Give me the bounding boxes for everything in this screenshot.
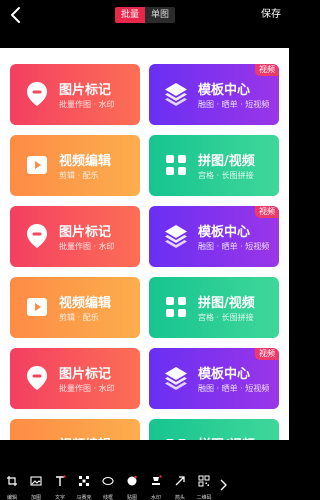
card-row: 图片标记批量作图 · 水印 模板中心融图 · 晒单 · 短视频 视频	[10, 64, 279, 125]
sticker-icon	[126, 472, 138, 491]
save-button[interactable]: 保存	[261, 7, 281, 23]
card-title: 视频编辑	[59, 296, 112, 311]
collage-video-card[interactable]: 拼图/视频宫格 · 长图拼接	[149, 135, 279, 196]
card-title: 拼图/视频	[198, 154, 255, 169]
tool-sticker[interactable]: 贴图	[120, 470, 144, 500]
video-play-icon	[23, 293, 51, 321]
video-badge: 视频	[255, 206, 279, 218]
card-subtitle: 融图 · 晒单 · 短视频	[198, 384, 270, 393]
chevron-right-icon[interactable]	[216, 470, 229, 500]
crop-icon	[6, 472, 18, 491]
tool-label: 马赛克	[76, 495, 92, 500]
tool-ellipse-frame[interactable]: 线框	[96, 470, 120, 500]
collage-video-card[interactable]: 拼图/视频宫格 · 长图拼接	[149, 419, 279, 440]
image-mark-card[interactable]: 图片标记批量作图 · 水印	[10, 206, 140, 267]
qrcode-icon	[198, 472, 210, 491]
layers-icon	[162, 80, 190, 108]
video-play-icon	[23, 151, 51, 179]
feature-panel: 图片标记 批量作图 · 水印 模板中心 融图 · 晒单 · 短视频 视频 视频编辑 剪辑 ·…	[0, 48, 289, 440]
card-title: 模板中心	[198, 83, 251, 98]
card-subtitle: 宫格 · 长图拼接	[198, 171, 254, 180]
grid-icon	[162, 151, 190, 179]
tool-label: 编辑	[6, 495, 17, 500]
card-subtitle: 融图 · 晒单 · 短视频	[198, 100, 270, 109]
tool-label: 线框	[102, 495, 113, 500]
card-subtitle: 宫格 · 长图拼接	[198, 313, 254, 322]
card-title: 图片标记	[59, 225, 112, 240]
add-image-icon	[30, 472, 42, 491]
card-subtitle: 批量作图 · 水印	[59, 100, 115, 109]
card-row: 视频编辑剪辑 · 配乐拼图/视频宫格 · 长图拼接	[10, 135, 279, 196]
tool-watermark[interactable]: 水印	[144, 470, 168, 500]
tool-text[interactable]: 文字	[48, 470, 72, 500]
location-pin-icon	[23, 222, 51, 250]
card-row: 图片标记批量作图 · 水印 模板中心融图 · 晒单 · 短视频 视频	[10, 206, 279, 267]
video-edit-card[interactable]: 视频编辑剪辑 · 配乐	[10, 419, 140, 440]
tool-crop[interactable]: 编辑	[0, 470, 24, 500]
layers-icon	[162, 222, 190, 250]
video-play-icon	[23, 435, 51, 440]
card-subtitle: 批量作图 · 水印	[59, 242, 115, 251]
mode-switch: 批量 单图	[115, 7, 176, 23]
card-title: 拼图/视频	[198, 434, 255, 440]
image-mark-card[interactable]: 图片标记批量作图 · 水印	[10, 64, 140, 125]
tool-label: 加图	[30, 495, 41, 500]
tool-qrcode[interactable]: 二维码	[192, 470, 216, 500]
tool-arrow[interactable]: 箭头	[168, 470, 192, 500]
back-icon[interactable]	[6, 5, 26, 25]
card-title: 模板中心	[198, 225, 251, 240]
text-icon	[54, 472, 66, 491]
location-pin-icon	[23, 364, 51, 392]
card-subtitle: 批量作图 · 水印	[59, 384, 115, 393]
card-title: 拼图/视频	[198, 296, 255, 311]
card-title: 图片标记	[59, 367, 112, 382]
video-edit-card[interactable]: 视频编辑剪辑 · 配乐	[10, 277, 140, 338]
bottom-toolbar: 编辑 加图 文字 马赛克 线框 贴图 水印 箭头 二维码	[0, 470, 289, 500]
video-edit-card[interactable]: 视频编辑剪辑 · 配乐	[10, 135, 140, 196]
template-center-card[interactable]: 模板中心融图 · 晒单 · 短视频 视频	[149, 64, 279, 125]
card-row: 图片标记批量作图 · 水印 模板中心融图 · 晒单 · 短视频 视频	[10, 348, 279, 409]
feature-grid: 图片标记 批量作图 · 水印 模板中心 融图 · 晒单 · 短视频 视频 视频编辑 剪辑 ·…	[10, 64, 279, 440]
grid-icon	[162, 435, 190, 440]
video-badge: 视频	[255, 64, 279, 76]
card-row: 视频编辑剪辑 · 配乐拼图/视频宫格 · 长图拼接	[10, 277, 279, 338]
arrow-icon	[174, 472, 186, 491]
location-pin-icon	[23, 80, 51, 108]
watermark-icon	[150, 472, 162, 491]
tab-single[interactable]: 单图	[145, 7, 176, 23]
tool-label: 二维码	[196, 495, 212, 500]
tool-add-image[interactable]: 加图	[24, 470, 48, 500]
template-center-card[interactable]: 模板中心融图 · 晒单 · 短视频 视频	[149, 348, 279, 409]
card-title: 视频编辑	[59, 154, 112, 169]
app-root: 批量 单图 保存 图片标记 批量作图 · 水印 模板中心 融图 · 晒单 · 短视频视…	[0, 0, 289, 500]
tool-label: 水印	[150, 495, 161, 500]
template-center-card[interactable]: 模板中心融图 · 晒单 · 短视频 视频	[149, 206, 279, 267]
card-subtitle: 剪辑 · 配乐	[59, 313, 99, 322]
tool-label: 箭头	[174, 495, 185, 500]
card-title: 模板中心	[198, 367, 251, 382]
top-bar: 批量 单图 保存	[0, 0, 289, 30]
video-badge: 视频	[255, 348, 279, 360]
mosaic-icon	[78, 472, 90, 491]
tool-mosaic[interactable]: 马赛克	[72, 470, 96, 500]
card-subtitle: 剪辑 · 配乐	[59, 171, 99, 180]
tab-batch[interactable]: 批量	[115, 7, 146, 23]
image-mark-card[interactable]: 图片标记批量作图 · 水印	[10, 348, 140, 409]
card-title: 视频编辑	[59, 434, 111, 440]
card-row: 视频编辑剪辑 · 配乐拼图/视频宫格 · 长图拼接	[10, 419, 279, 440]
tool-label: 贴图	[126, 495, 137, 500]
layers-icon	[162, 364, 190, 392]
card-subtitle: 融图 · 晒单 · 短视频	[198, 242, 270, 251]
tool-label: 文字	[54, 495, 65, 500]
grid-icon	[162, 293, 190, 321]
collage-video-card[interactable]: 拼图/视频宫格 · 长图拼接	[149, 277, 279, 338]
card-title: 图片标记	[59, 83, 112, 98]
ellipse-frame-icon	[102, 472, 114, 491]
